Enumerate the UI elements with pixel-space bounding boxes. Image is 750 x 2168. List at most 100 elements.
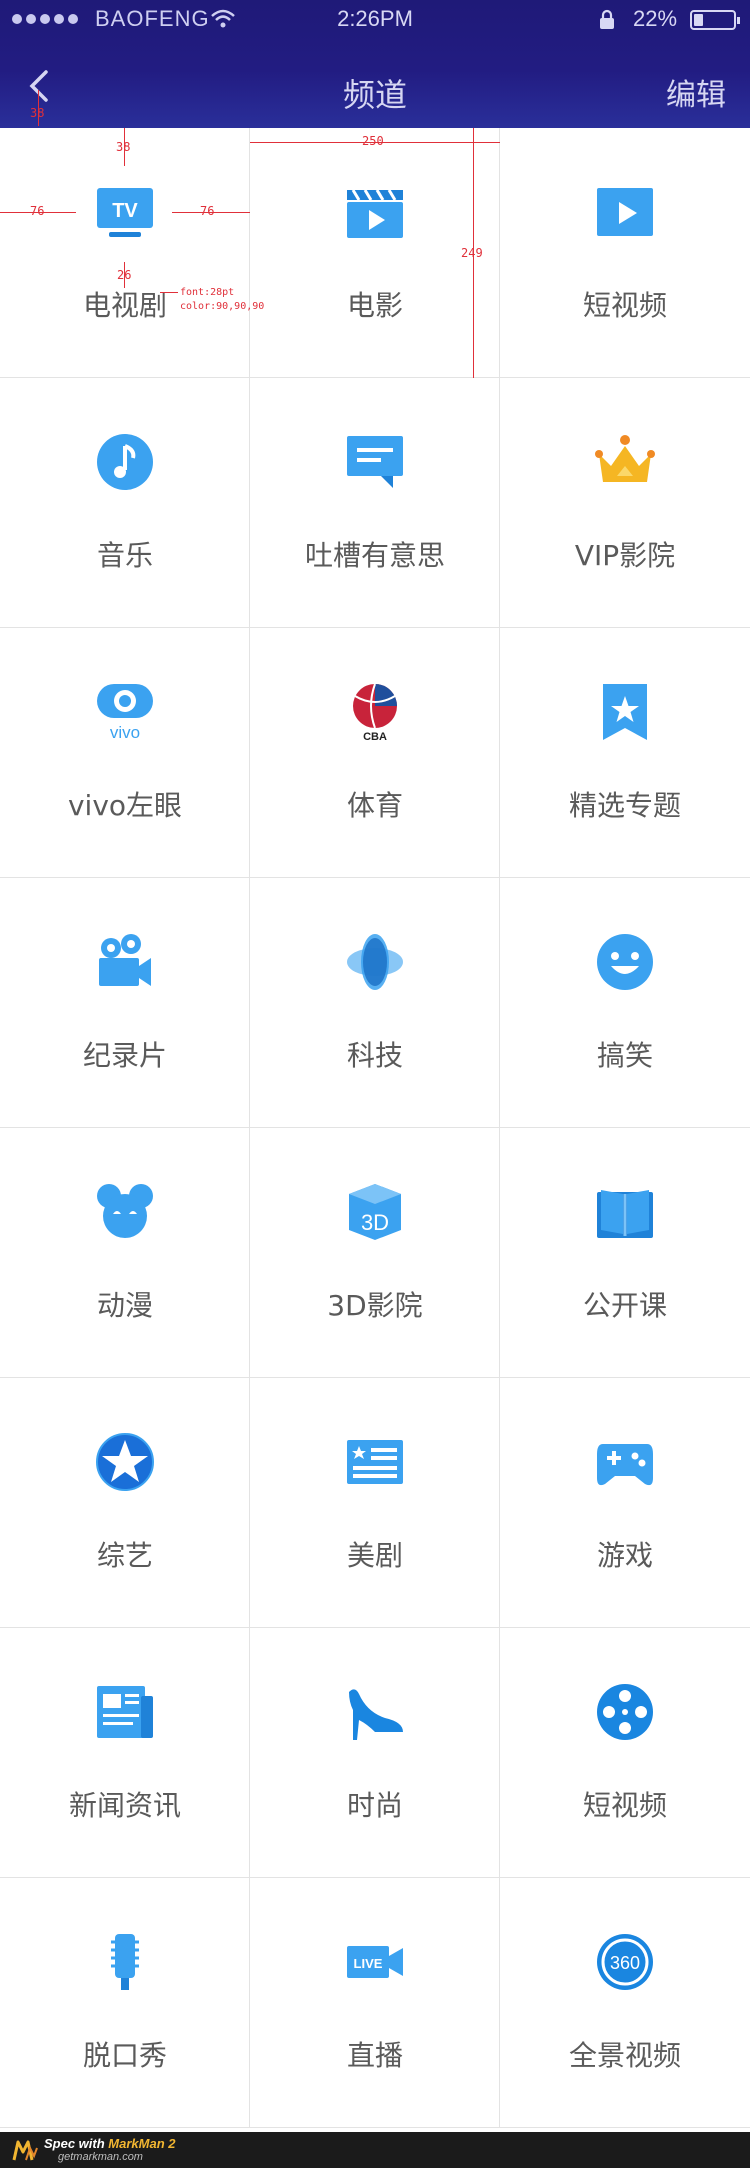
movie-clapper-icon xyxy=(347,189,403,238)
channel-label: 短视频 xyxy=(582,1789,667,1822)
footer-brand: MarkMan 2 xyxy=(108,2136,176,2151)
channel-tile[interactable]: 脱口秀 xyxy=(0,1878,250,2128)
channel-tile[interactable]: 公开课 xyxy=(500,1128,750,1378)
microphone-icon xyxy=(111,1934,139,1990)
music-note-icon xyxy=(97,434,153,490)
channel-tile[interactable]: 时尚 xyxy=(250,1628,500,1878)
atom-icon xyxy=(347,934,403,990)
bookmark-star-icon xyxy=(603,684,647,740)
cartoon-mouse-icon xyxy=(97,1184,153,1238)
svg-text:3D: 3D xyxy=(361,1210,389,1235)
edit-button[interactable]: 编辑 xyxy=(666,70,726,114)
spec-line xyxy=(38,90,39,126)
header: BAOFENG 2:26PM 22% 频道 编辑 xyxy=(0,0,750,128)
status-bar: BAOFENG 2:26PM 22% xyxy=(0,0,750,40)
channel-label: 新闻资讯 xyxy=(68,1789,181,1822)
channel-tile[interactable]: 综艺 xyxy=(0,1378,250,1628)
channel-label: 综艺 xyxy=(96,1539,153,1572)
newspaper-icon xyxy=(97,1686,153,1738)
channel-tile[interactable]: 360 全景视频 xyxy=(500,1878,750,2128)
video-camera-icon xyxy=(99,934,151,986)
channel-tile[interactable]: CBA 体育 xyxy=(250,628,500,878)
footer-title: Spec with MarkMan 2 xyxy=(44,2136,176,2151)
spec-icon-top: 38 xyxy=(116,140,131,154)
svg-text:CBA: CBA xyxy=(363,731,387,742)
star-badge-icon xyxy=(96,1433,154,1491)
film-reel-icon xyxy=(597,1684,653,1740)
spec-side-left: 76 xyxy=(30,204,45,218)
channel-tile[interactable]: 短视频 xyxy=(500,128,750,378)
spec-line xyxy=(160,292,178,293)
markman-footer: Spec with MarkMan 2 getmarkman.com xyxy=(0,2132,750,2168)
3d-cube-icon: 3D xyxy=(349,1184,401,1240)
crown-icon xyxy=(595,435,655,482)
cba-basketball-icon: CBA xyxy=(353,683,397,742)
gamepad-icon xyxy=(597,1444,653,1486)
channel-tile[interactable]: vivo vivo左眼 xyxy=(0,628,250,878)
channel-label: vivo左眼 xyxy=(67,789,183,822)
channel-label: 体育 xyxy=(346,789,403,822)
channel-label: 全景视频 xyxy=(568,2039,681,2072)
channel-label: 公开课 xyxy=(582,1289,667,1322)
battery-icon xyxy=(690,10,740,30)
smiley-icon xyxy=(597,934,653,990)
footer-url[interactable]: getmarkman.com xyxy=(58,2151,143,2163)
channel-label: 动漫 xyxy=(96,1289,153,1322)
rotation-lock-icon xyxy=(600,9,614,29)
markman-logo-icon xyxy=(12,2140,38,2161)
channel-tile[interactable]: 精选专题 xyxy=(500,628,750,878)
channel-tile[interactable]: 3D 3D影院 xyxy=(250,1128,500,1378)
channel-tile[interactable]: 游戏 xyxy=(500,1378,750,1628)
channel-tile[interactable]: 纪录片 xyxy=(0,878,250,1128)
channel-label: 美剧 xyxy=(346,1539,403,1572)
channel-label: 电影 xyxy=(346,289,403,322)
footer-prefix: Spec with xyxy=(44,2136,109,2151)
360-icon: 360 xyxy=(597,1934,653,1990)
vivo-eye-icon: vivo xyxy=(97,684,153,742)
spec-side-right: 76 xyxy=(200,204,215,218)
comment-icon xyxy=(347,436,403,488)
channel-label: 搞笑 xyxy=(596,1039,653,1072)
battery-percentage: 22% xyxy=(633,6,678,31)
channel-tile[interactable]: VIP影院 xyxy=(500,378,750,628)
channel-label: 精选专题 xyxy=(568,789,681,822)
channel-label: 游戏 xyxy=(596,1539,653,1572)
tv-icon: TV xyxy=(97,188,153,237)
channel-tile[interactable]: 搞笑 xyxy=(500,878,750,1128)
spec-cell-width: 250 xyxy=(362,134,384,148)
channel-label: 科技 xyxy=(346,1039,403,1072)
battery-level xyxy=(694,14,703,26)
svg-text:LIVE: LIVE xyxy=(354,1956,383,1971)
channel-tile[interactable]: 动漫 xyxy=(0,1128,250,1378)
channel-tile[interactable]: 美剧 xyxy=(250,1378,500,1628)
channel-tile[interactable]: 短视频 xyxy=(500,1628,750,1878)
channel-label: 短视频 xyxy=(582,289,667,322)
channel-label: 脱口秀 xyxy=(82,2039,167,2072)
channel-tile[interactable]: 音乐 xyxy=(0,378,250,628)
spec-cell-height: 249 xyxy=(461,246,483,260)
high-heel-icon xyxy=(349,1689,403,1740)
channel-tile[interactable]: 新闻资讯 xyxy=(0,1628,250,1878)
channel-tile[interactable]: 科技 xyxy=(250,878,500,1128)
channel-label: 音乐 xyxy=(96,539,153,572)
channel-tile[interactable]: TV 电视剧 xyxy=(0,128,250,378)
play-icon xyxy=(597,188,653,236)
channel-label: 3D影院 xyxy=(327,1289,423,1322)
channel-label: VIP影院 xyxy=(574,539,676,572)
channel-label: 吐槽有意思 xyxy=(304,539,445,572)
svg-text:vivo: vivo xyxy=(110,723,140,742)
channel-label: 纪录片 xyxy=(82,1039,167,1072)
live-camera-icon: LIVE xyxy=(347,1946,403,1978)
svg-text:360: 360 xyxy=(610,1953,640,1973)
page-title: 频道 xyxy=(342,77,407,113)
svg-text:TV: TV xyxy=(112,200,138,222)
open-book-icon xyxy=(597,1190,653,1238)
channel-tile[interactable]: LIVE 直播 xyxy=(250,1878,500,2128)
us-flag-card-icon xyxy=(347,1440,403,1484)
spec-color-note: color:90,90,90 xyxy=(180,301,265,312)
channel-label: 直播 xyxy=(346,2039,403,2072)
spec-label-gap: 26 xyxy=(117,268,132,282)
channel-label: 时尚 xyxy=(346,1789,403,1822)
channel-tile[interactable]: 吐槽有意思 xyxy=(250,378,500,628)
spec-font-note: font:28pt xyxy=(180,287,235,298)
